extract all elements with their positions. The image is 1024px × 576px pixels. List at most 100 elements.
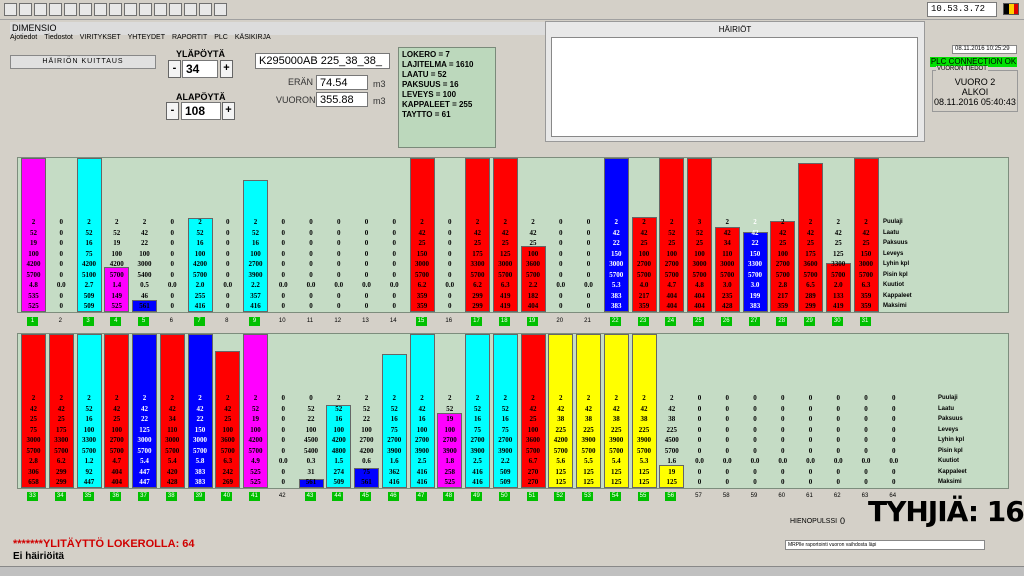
menu-item-yhteydet[interactable]: YHTEYDET [128,34,165,41]
upper-minus-button[interactable]: - [168,60,181,78]
bin-column-38[interactable]: 2 42 34 110 3000 5700 5.4 420 428 [160,393,185,488]
bin-column-9[interactable]: 2 52 16 100 2700 3900 2.2 357 416 [243,217,268,312]
bin-column-10[interactable]: 0 0 0 0 0 0 0.0 0 0 [271,217,296,312]
bin-column-51[interactable]: 2 42 25 100 3600 5700 6.7 270 270 [521,393,546,488]
menu-item-viritykset[interactable]: VIRITYKSET [80,34,121,41]
close-icon[interactable] [214,3,227,16]
bin-column-50[interactable]: 2 52 16 75 2700 3900 2.2 509 509 [493,393,518,488]
bin-column-20[interactable]: 0 0 0 0 0 0 0.0 0 0 [548,217,573,312]
bin-column-3[interactable]: 2 52 16 75 4200 5100 2.7 509 509 [77,217,102,312]
acknowledge-fault-button[interactable]: HÄIRIÖN KUITTAUS [10,55,156,69]
bin-column-30[interactable]: 2 42 25 125 3300 5700 2.0 133 419 [826,217,851,312]
batch-code-input[interactable]: K295000AB 225_38_38_ [255,53,390,69]
bin-column-18[interactable]: 2 42 25 125 3000 5700 6.3 419 419 [493,217,518,312]
bin-column-31[interactable]: 2 42 25 150 3000 5700 6.3 359 359 [854,217,879,312]
open-icon[interactable] [19,3,32,16]
bin-column-1[interactable]: 2 52 19 100 4200 5700 4.8 535 525 [21,217,46,312]
bin-column-55[interactable]: 2 42 38 225 3900 5700 5.3 125 125 [632,393,657,488]
bin-column-62[interactable]: 0 0 0 0 0 0 0.0 0 0 [826,393,851,488]
menu-item-ajotiedot[interactable]: Ajotiedot [10,34,37,41]
upper-table-input[interactable]: 34 [182,60,218,78]
copy-icon[interactable] [79,3,92,16]
bin-column-15[interactable]: 2 42 25 150 3000 5700 6.2 359 359 [410,217,435,312]
bin-column-11[interactable]: 0 0 0 0 0 0 0.0 0 0 [299,217,324,312]
paste-icon[interactable] [94,3,107,16]
bin-value: 100 [83,425,95,434]
monitor-icon[interactable] [154,3,167,16]
bin-column-6[interactable]: 0 0 0 0 0 0 0.0 0 0 [160,217,185,312]
bin-column-21[interactable]: 0 0 0 0 0 0 0.0 0 0 [576,217,601,312]
bin-column-35[interactable]: 2 52 16 100 3300 5700 1.2 92 447 [77,393,102,488]
bin-column-2[interactable]: 0 0 0 0 0 0 0.0 0 0 [49,217,74,312]
menu-item-tiedostot[interactable]: Tiedostot [44,34,73,41]
bin-column-37[interactable]: 2 42 22 125 3000 5700 5.4 447 447 [132,393,157,488]
bin-column-12[interactable]: 0 0 0 0 0 0 0.0 0 0 [326,217,351,312]
chart-icon[interactable] [169,3,182,16]
bin-value: 0 [808,415,813,423]
bin-column-5[interactable]: 2 42 22 100 3000 5400 0.5 46 561 [132,217,157,312]
bin-column-34[interactable]: 2 42 25 175 3300 5700 6.2 299 299 [49,393,74,488]
bin-column-27[interactable]: 2 42 22 150 3300 5700 3.0 199 383 [743,217,768,312]
lower-minus-button[interactable]: - [166,102,179,120]
save-icon[interactable] [34,3,47,16]
bin-column-64[interactable]: 0 0 0 0 0 0 0.0 0 0 [881,393,906,488]
bin-value: 2 [475,218,480,226]
menu-item-käsikirja[interactable]: KÄSIKIRJA [235,34,271,41]
report-icon[interactable] [184,3,197,16]
bin-column-16[interactable]: 0 0 0 0 0 0 0.0 0 0 [437,217,462,312]
menu-item-raportit[interactable]: RAPORTIT [172,34,207,41]
bin-value: 3900 [637,436,651,444]
bin-column-17[interactable]: 2 42 25 175 3300 5700 6.2 299 299 [465,217,490,312]
bin-column-28[interactable]: 2 42 25 100 2700 5700 2.8 217 359 [770,217,795,312]
window-icon[interactable] [139,3,152,16]
bin-column-49[interactable]: 2 52 16 75 2700 3900 2.5 416 416 [465,393,490,488]
bin-column-56[interactable]: 2 42 38 225 4500 5700 1.6 19 125 [659,393,684,488]
bin-column-48[interactable]: 2 52 19 100 2700 3900 1.8 258 525 [437,393,462,488]
bin-column-52[interactable]: 2 42 38 225 4200 5700 5.6 125 125 [548,393,573,488]
new-icon[interactable] [4,3,17,16]
bin-column-59[interactable]: 0 0 0 0 0 0 0.0 0 0 [743,393,768,488]
bin-column-39[interactable]: 2 42 22 150 3000 5700 5.8 383 383 [188,393,213,488]
cut-icon[interactable] [64,3,77,16]
settings-icon[interactable] [199,3,212,16]
bin-column-8[interactable]: 0 0 0 0 0 0 0.0 0 0 [215,217,240,312]
help-icon[interactable] [109,3,122,16]
bin-column-13[interactable]: 0 0 0 0 0 0 0.0 0 0 [354,217,379,312]
lower-plus-button[interactable]: + [222,102,235,120]
bin-column-36[interactable]: 2 42 25 100 2700 5700 4.7 404 404 [104,393,129,488]
bin-column-58[interactable]: 0 0 0 0 0 0 0.0 0 0 [715,393,740,488]
bin-column-14[interactable]: 0 0 0 0 0 0 0.0 0 0 [382,217,407,312]
bin-column-47[interactable]: 2 42 16 100 2700 3900 2.5 416 416 [410,393,435,488]
bin-column-7[interactable]: 2 52 16 100 4200 5700 2.0 255 416 [188,217,213,312]
bin-column-29[interactable]: 2 42 25 175 3600 5700 6.5 289 299 [798,217,823,312]
bin-column-61[interactable]: 0 0 0 0 0 0 0.0 0 0 [798,393,823,488]
bin-column-19[interactable]: 2 42 25 100 3600 5700 2.2 182 404 [521,217,546,312]
menu-item-plc[interactable]: PLC [214,34,228,41]
bin-column-46[interactable]: 2 52 16 75 2700 3900 1.6 362 416 [382,393,407,488]
bin-column-63[interactable]: 0 0 0 0 0 0 0.0 0 0 [854,393,879,488]
bin-column-44[interactable]: 2 52 16 100 4200 4800 1.5 274 509 [326,393,351,488]
bin-column-53[interactable]: 2 42 38 225 3900 5700 5.5 125 125 [576,393,601,488]
bin-value: 42 [723,228,731,237]
bin-value: 0 [337,270,341,279]
bin-column-60[interactable]: 0 0 0 0 0 0 0.0 0 0 [770,393,795,488]
bin-column-25[interactable]: 3 52 25 100 3000 5700 4.8 404 404 [687,217,712,312]
bin-column-33[interactable]: 2 42 25 75 3000 5700 2.8 306 658 [21,393,46,488]
bin-column-42[interactable]: 0 0 0 0 0 0 0.0 0 0 [271,393,296,488]
bin-value: 0 [697,446,702,455]
bin-column-40[interactable]: 2 42 25 100 3600 5700 6.3 242 269 [215,393,240,488]
stop-icon[interactable] [124,3,137,16]
bin-column-43[interactable]: 0 52 22 100 4500 5400 0.3 31 561 [299,393,324,488]
bin-column-54[interactable]: 2 42 38 225 3900 5700 5.4 125 125 [604,393,629,488]
bin-column-41[interactable]: 2 52 19 100 4200 5700 4.9 525 525 [243,393,268,488]
bin-column-24[interactable]: 2 52 25 100 2700 5700 4.7 404 404 [659,217,684,312]
bin-column-23[interactable]: 2 42 25 100 2700 5700 4.0 217 359 [632,217,657,312]
upper-plus-button[interactable]: + [220,60,233,78]
lower-table-input[interactable]: 108 [181,102,221,120]
bin-column-22[interactable]: 2 42 22 150 3000 5700 5.3 383 383 [604,217,629,312]
bin-column-57[interactable]: 0 0 0 0 0 0 0.0 0 0 [687,393,712,488]
bin-column-45[interactable]: 2 52 22 100 2700 4200 0.6 75 561 [354,393,379,488]
print-icon[interactable] [49,3,62,16]
bin-column-26[interactable]: 2 42 34 110 3000 5700 3.0 235 428 [715,217,740,312]
bin-column-4[interactable]: 2 52 19 100 4200 5700 1.4 149 525 [104,217,129,312]
